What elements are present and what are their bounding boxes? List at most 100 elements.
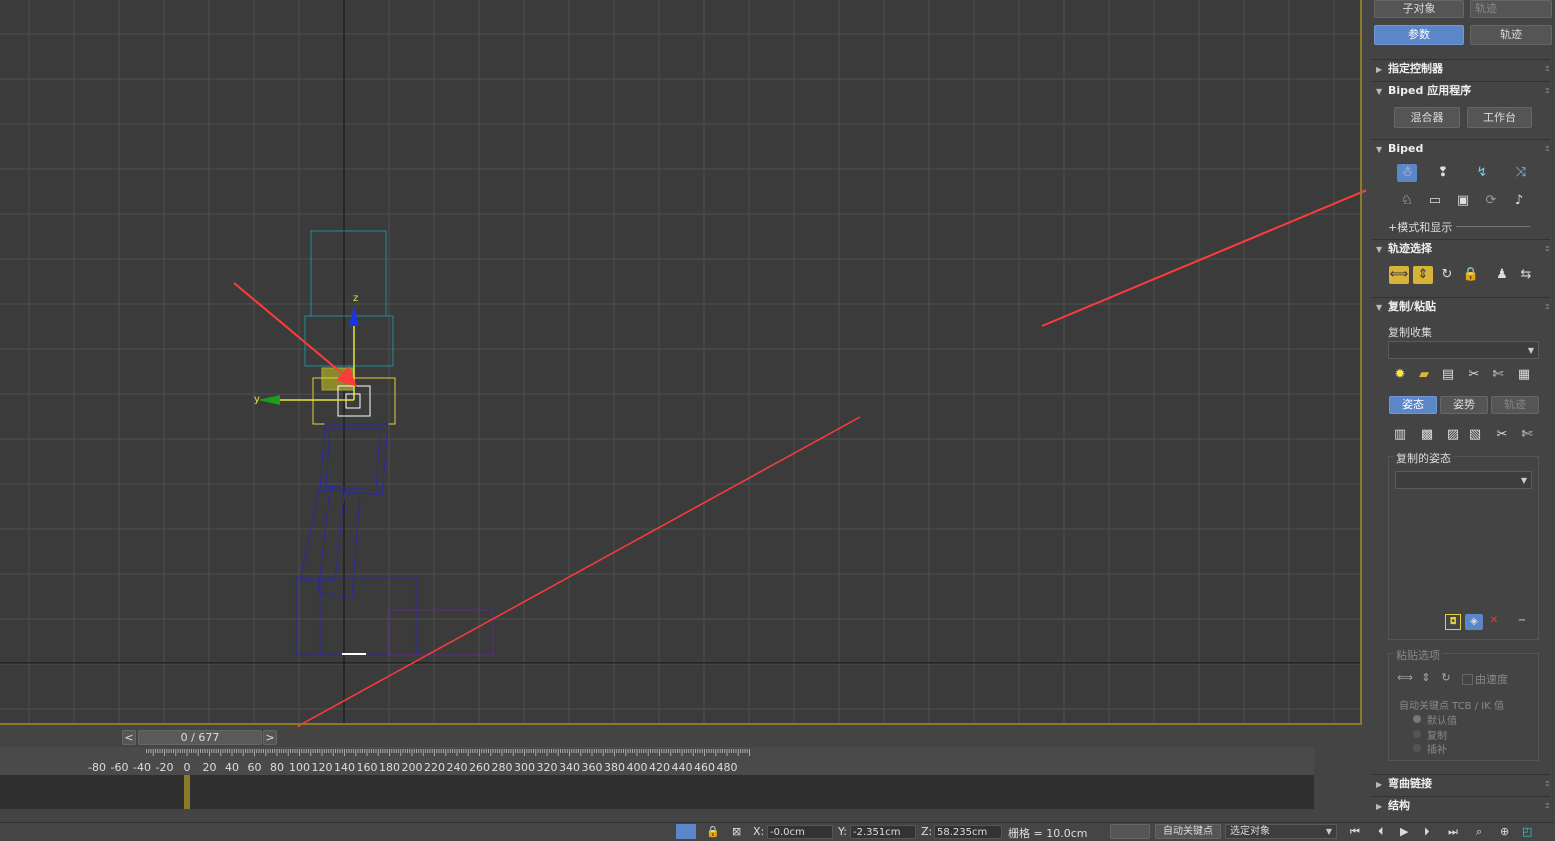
new-collection-icon[interactable]: ✹ (1390, 366, 1410, 384)
motion-flow-icon[interactable]: ↯ (1472, 164, 1492, 182)
paste-posture-opposite-icon[interactable]: ▨ (1443, 426, 1463, 444)
timeline-track[interactable] (0, 775, 1314, 809)
selection-lock-icon[interactable] (676, 824, 696, 839)
delete-snapshot-icon[interactable]: ✕ (1487, 614, 1501, 628)
z-coordinate-field[interactable]: 58.235cm (934, 825, 1002, 839)
copied-postures-dropdown[interactable]: ▼ (1395, 471, 1532, 489)
body-rotation-icon[interactable]: ↻ (1437, 266, 1457, 284)
delete-all-postures-icon[interactable]: ✄ (1517, 426, 1537, 444)
opposite-icon[interactable]: ⇆ (1516, 266, 1536, 284)
delete-posture-icon[interactable]: ✂ (1492, 426, 1512, 444)
mode-display-divider (1456, 226, 1530, 227)
timeline-tick-label: 200 (402, 761, 423, 774)
timeline-ruler[interactable]: -80 -60 -40 -20 0 20 40 60 80 100 120 140 160 180 200 2… (0, 747, 1314, 775)
minus-icon[interactable]: − (1515, 614, 1529, 628)
tab-track[interactable]: 轨迹 (1491, 396, 1539, 414)
goto-start-icon[interactable]: ⏮ (1350, 825, 1360, 839)
radio-interp[interactable] (1413, 744, 1421, 752)
params-button[interactable]: 参数 (1374, 25, 1464, 45)
body-vertical-icon[interactable]: ⇕ (1413, 266, 1433, 284)
max-load-icon[interactable]: ▦ (1514, 366, 1534, 384)
mode-display-label[interactable]: +模式和显示 (1388, 219, 1452, 235)
rollout-bend-links[interactable]: ▶ 弯曲链接:: (1372, 774, 1550, 792)
paste-vertical-icon[interactable]: ⇕ (1416, 669, 1436, 687)
radio-copy-label: 复制 (1427, 731, 1447, 742)
paste-horizontal-icon[interactable]: ⟺ (1395, 669, 1415, 687)
timeline-tick-label: 40 (225, 761, 239, 774)
x-coordinate-field[interactable]: -0.0cm (767, 825, 833, 839)
timeline-tick-label: 340 (559, 761, 580, 774)
rollout-assign-controller[interactable]: ▶ 指定控制器:: (1372, 59, 1550, 77)
time-cursor[interactable] (184, 775, 190, 809)
set-key-button[interactable] (1110, 824, 1150, 839)
copy-collection-dropdown[interactable]: ▼ (1388, 341, 1539, 359)
timeline-tick-label: 360 (582, 761, 603, 774)
move-all-icon[interactable]: ♪ (1509, 192, 1529, 210)
rollout-track-select[interactable]: ▼ 轨迹选择:: (1372, 239, 1550, 257)
zoom-extents-icon[interactable]: ◰ (1522, 825, 1532, 838)
convert-icon[interactable]: ⟳ (1481, 192, 1501, 210)
gizmo-y-arrow (258, 395, 280, 405)
x-label: X: (753, 825, 765, 838)
radio-copy[interactable] (1413, 730, 1421, 738)
zoom-icon[interactable]: ⌕ (1476, 825, 1482, 839)
paste-posture-all-icon[interactable]: ▧ (1465, 426, 1485, 444)
body-horizontal-icon[interactable]: ⟺ (1389, 266, 1409, 284)
rollout-structure[interactable]: ▶ 结构:: (1372, 796, 1550, 814)
radio-default[interactable] (1413, 715, 1421, 723)
tab-posture[interactable]: 姿态 (1389, 396, 1437, 414)
mixer-button[interactable]: 混合器 (1394, 107, 1460, 128)
tab-pose[interactable]: 姿势 (1440, 396, 1488, 414)
key-filter-dropdown[interactable]: 选定对象 ▼ (1225, 824, 1337, 839)
biped-calf (299, 484, 346, 581)
paste-posture-icon[interactable]: ▩ (1417, 426, 1437, 444)
goto-end-icon[interactable]: ⏭ (1448, 825, 1458, 839)
lock-icon[interactable]: 🔒 (706, 825, 720, 838)
viewport-grid (0, 0, 1360, 723)
auto-key-button[interactable]: 自动关键点 (1155, 824, 1221, 839)
figure-mode-icon[interactable]: ☃ (1397, 164, 1417, 182)
lock-cog-icon[interactable]: 🔒 (1461, 266, 1481, 284)
open-collection-icon[interactable]: ▰ (1414, 366, 1434, 384)
footstep-mode-icon[interactable]: ❢ (1433, 164, 1453, 182)
rollout-biped-label: Biped (1388, 142, 1424, 155)
time-slider[interactable]: 0 / 677 (138, 730, 262, 745)
copy-posture-icon[interactable]: ▥ (1390, 426, 1410, 444)
mixer-mode-icon[interactable]: ⤨ (1511, 164, 1531, 182)
next-frame-button[interactable]: > (263, 730, 277, 745)
next-key-icon[interactable]: ⏵ (1424, 825, 1430, 839)
track-button[interactable]: 轨迹 (1470, 25, 1552, 45)
paste-rotation-icon[interactable]: ↻ (1436, 669, 1456, 687)
by-velocity-checkbox[interactable] (1462, 674, 1473, 685)
rollout-biped[interactable]: ▼ Biped:: (1372, 139, 1550, 157)
viewport-canvas[interactable]: z y (0, 0, 1362, 725)
workbench-button[interactable]: 工作台 (1467, 107, 1532, 128)
prev-key-icon[interactable]: ⏴ (1378, 825, 1384, 839)
timeline-tick-label: 160 (357, 761, 378, 774)
absolute-mode-icon[interactable]: ⊠ (732, 825, 741, 838)
key-filter-value: 选定对象 (1230, 826, 1270, 837)
delete-all-collections-icon[interactable]: ✄ (1488, 366, 1508, 384)
prev-frame-button[interactable]: < (122, 730, 136, 745)
capture-viewport-icon[interactable]: ◈ (1465, 614, 1483, 630)
subobject-button[interactable]: 子对象 (1374, 0, 1464, 18)
viewport[interactable]: z y (0, 0, 1362, 725)
biped-playback-icon[interactable]: ♘ (1397, 192, 1417, 210)
biped-head-box (310, 230, 387, 317)
y-coordinate-field[interactable]: -2.351cm (850, 825, 916, 839)
chevron-down-icon: ▼ (1520, 476, 1527, 485)
zoom-all-icon[interactable]: ⊕ (1500, 825, 1509, 838)
rollout-copy-paste[interactable]: ▼ 复制/粘贴:: (1372, 297, 1550, 315)
rollout-biped-apps[interactable]: ▼ Biped 应用程序:: (1372, 81, 1550, 99)
load-file-icon[interactable]: ▭ (1425, 192, 1445, 210)
delete-collection-icon[interactable]: ✂ (1464, 366, 1484, 384)
timeline-tick-label: 280 (492, 761, 513, 774)
symmetrical-icon[interactable]: ♟ (1492, 266, 1512, 284)
save-collection-icon[interactable]: ▤ (1438, 366, 1458, 384)
capture-snapshot-icon[interactable]: ◘ (1445, 614, 1461, 630)
timeline-tick-label: 440 (672, 761, 693, 774)
biped-wireframe (295, 230, 494, 656)
play-icon[interactable]: ▶ (1400, 825, 1408, 838)
paste-options-group: 粘贴选项 ⟺ ⇕ ↻ 由速度 自动关键点 TCB / IK 值 默认值 复制 插… (1388, 647, 1539, 761)
save-file-icon[interactable]: ▣ (1453, 192, 1473, 210)
